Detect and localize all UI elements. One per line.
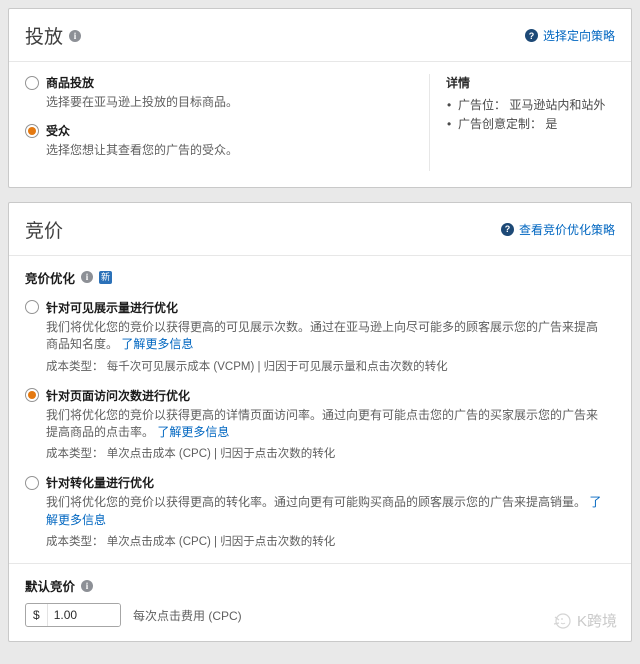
learn-more-link[interactable]: 了解更多信息 xyxy=(157,425,229,439)
bid-option-desc-text: 我们将优化您的竞价以获得更高的详情页面访问率。通过向更有可能点击您的广告的买家展… xyxy=(46,408,598,439)
campaign-setup-page: 投放 i ? 选择定向策略 商品投放 选择要在亚马逊上投放的目标商品。 xyxy=(0,0,640,664)
bid-option-cost-type: 成本类型： 单次点击成本 (CPC) | 归因于点击次数的转化 xyxy=(46,445,615,461)
radio-unchecked-icon[interactable] xyxy=(25,76,39,90)
radio-unchecked-icon[interactable] xyxy=(25,300,39,314)
details-item-placement: 广告位： 亚马逊站内和站外 xyxy=(446,96,615,115)
targeting-card: 投放 i ? 选择定向策略 商品投放 选择要在亚马逊上投放的目标商品。 xyxy=(8,8,632,188)
details-item-creative: 广告创意定制： 是 xyxy=(446,115,615,134)
targeting-option-audiences: 受众 选择您想让其查看您的广告的受众。 xyxy=(25,122,429,159)
bidding-strategy-link-row: ? 查看竞价优化策略 xyxy=(501,221,615,238)
targeting-strategy-link-row: ? 选择定向策略 xyxy=(525,27,615,44)
bid-optimization-title: 竞价优化 xyxy=(25,268,75,287)
divider xyxy=(9,563,631,564)
bid-option-radio-row[interactable]: 针对转化量进行优化 xyxy=(25,474,615,491)
view-bid-optimization-link[interactable]: 查看竞价优化策略 xyxy=(519,221,615,238)
default-bid-input[interactable] xyxy=(48,604,120,626)
bidding-title-row: 竞价 xyxy=(25,216,63,243)
targeting-title: 投放 xyxy=(25,22,63,49)
targeting-option-desc: 选择您想让其查看您的广告的受众。 xyxy=(46,142,429,159)
targeting-option-desc: 选择要在亚马逊上投放的目标商品。 xyxy=(46,94,429,111)
bid-option-conversions: 针对转化量进行优化 我们将优化您的竞价以获得更高的转化率。通过向更有可能购买商品… xyxy=(25,474,615,549)
details-title: 详情 xyxy=(446,74,615,91)
choose-targeting-strategy-link[interactable]: 选择定向策略 xyxy=(543,27,615,44)
details-list: 广告位： 亚马逊站内和站外 广告创意定制： 是 xyxy=(446,96,615,134)
default-bid-title: 默认竞价 xyxy=(25,576,75,595)
bid-option-desc: 我们将优化您的竞价以获得更高的可见展示次数。通过在亚马逊上向尽可能多的顾客展示您… xyxy=(46,319,606,354)
bid-optimization-sub-header: 竞价优化 i 新 xyxy=(25,268,615,287)
learn-more-link[interactable]: 了解更多信息 xyxy=(121,337,193,351)
targeting-info-icon[interactable]: i xyxy=(69,30,81,42)
targeting-options: 商品投放 选择要在亚马逊上投放的目标商品。 受众 选择您想让其查看您的广告的受众… xyxy=(25,74,429,171)
targeting-option-label: 受众 xyxy=(46,122,70,139)
radio-checked-icon[interactable] xyxy=(25,124,39,138)
bid-option-cost-type: 成本类型： 单次点击成本 (CPC) | 归因于点击次数的转化 xyxy=(46,533,615,549)
radio-checked-icon[interactable] xyxy=(25,388,39,402)
bidding-card-header: 竞价 ? 查看竞价优化策略 xyxy=(9,203,631,256)
bid-optimization-info-icon[interactable]: i xyxy=(81,271,93,283)
bid-option-label: 针对转化量进行优化 xyxy=(46,474,154,491)
targeting-option-audiences-radio-row[interactable]: 受众 xyxy=(25,122,429,139)
targeting-title-row: 投放 i xyxy=(25,22,81,49)
bid-option-label: 针对页面访问次数进行优化 xyxy=(46,387,190,404)
bid-option-radio-row[interactable]: 针对可见展示量进行优化 xyxy=(25,299,615,316)
default-bid-input-group: $ xyxy=(25,603,121,627)
bidding-card: 竞价 ? 查看竞价优化策略 竞价优化 i 新 针对可见展示量进行优化 我们将优化… xyxy=(8,202,632,642)
targeting-option-label: 商品投放 xyxy=(46,74,94,91)
bid-option-viewable-impressions: 针对可见展示量进行优化 我们将优化您的竞价以获得更高的可见展示次数。通过在亚马逊… xyxy=(25,299,615,374)
bid-option-page-visits: 针对页面访问次数进行优化 我们将优化您的竞价以获得更高的详情页面访问率。通过向更… xyxy=(25,387,615,462)
bid-option-desc-text: 我们将优化您的竞价以获得更高的转化率。通过向更有可能购买商品的顾客展示您的广告来… xyxy=(46,495,586,509)
bidding-title: 竞价 xyxy=(25,216,63,243)
bid-option-desc: 我们将优化您的竞价以获得更高的详情页面访问率。通过向更有可能点击您的广告的买家展… xyxy=(46,407,606,442)
bid-option-cost-type: 成本类型： 每千次可见展示成本 (VCPM) | 归因于可见展示量和点击次数的转… xyxy=(46,358,615,374)
bidding-card-body: 竞价优化 i 新 针对可见展示量进行优化 我们将优化您的竞价以获得更高的可见展示… xyxy=(9,256,631,641)
question-circle-icon: ? xyxy=(501,223,514,236)
question-circle-icon: ? xyxy=(525,29,538,42)
bid-option-desc: 我们将优化您的竞价以获得更高的转化率。通过向更有可能购买商品的顾客展示您的广告来… xyxy=(46,494,606,529)
targeting-option-products: 商品投放 选择要在亚马逊上投放的目标商品。 xyxy=(25,74,429,111)
default-bid-info-icon[interactable]: i xyxy=(81,580,93,592)
default-bid-header: 默认竞价 i xyxy=(25,576,615,595)
targeting-card-header: 投放 i ? 选择定向策略 xyxy=(9,9,631,62)
currency-symbol: $ xyxy=(26,604,48,626)
bid-option-radio-row[interactable]: 针对页面访问次数进行优化 xyxy=(25,387,615,404)
new-badge: 新 xyxy=(99,271,112,284)
bid-option-label: 针对可见展示量进行优化 xyxy=(46,299,178,316)
targeting-card-body: 商品投放 选择要在亚马逊上投放的目标商品。 受众 选择您想让其查看您的广告的受众… xyxy=(9,62,631,187)
targeting-details-panel: 详情 广告位： 亚马逊站内和站外 广告创意定制： 是 xyxy=(429,74,615,171)
targeting-option-products-radio-row[interactable]: 商品投放 xyxy=(25,74,429,91)
default-bid-unit-label: 每次点击费用 (CPC) xyxy=(133,607,242,624)
default-bid-input-row: $ 每次点击费用 (CPC) xyxy=(25,603,615,627)
